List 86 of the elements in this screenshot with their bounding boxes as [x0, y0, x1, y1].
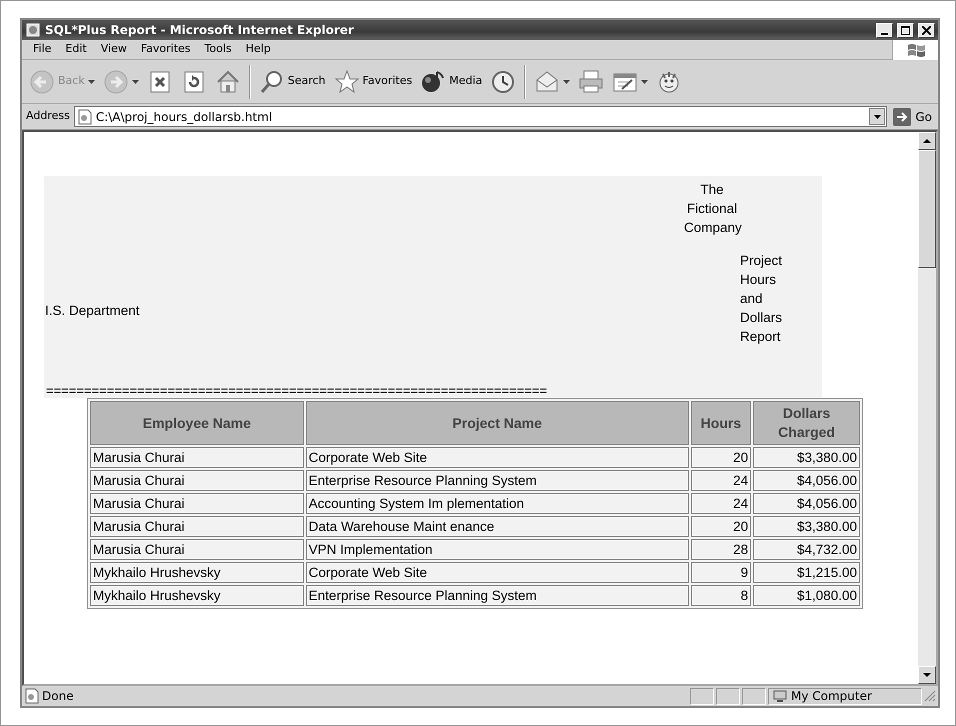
table-cell: 8 [690, 585, 752, 606]
table-cell: 20 [690, 447, 752, 468]
table-cell: Marusia Churai [90, 539, 304, 560]
table-cell: Corporate Web Site [306, 562, 689, 583]
close-icon [922, 26, 931, 34]
table-cell: Mykhailo Hrushevsky [90, 562, 304, 583]
zone-text: My Computer [791, 688, 872, 705]
menu-item[interactable]: Favorites [134, 41, 198, 58]
menu-item[interactable]: View [94, 41, 134, 58]
address-field[interactable]: C:\A\proj_hours_dollarsb.html [74, 106, 888, 127]
address-label: Address [26, 108, 70, 124]
menu-item[interactable]: Tools [198, 41, 239, 58]
search-button[interactable]: Search [256, 66, 329, 96]
up-arrow-icon [923, 139, 931, 143]
menu-item[interactable]: Help [238, 41, 278, 58]
star-icon [334, 68, 360, 94]
scroll-thumb[interactable] [918, 150, 936, 268]
column-header: Dollars Charged [753, 401, 860, 445]
vertical-scrollbar[interactable] [918, 132, 936, 684]
table-cell: $4,056.00 [753, 470, 860, 491]
table-cell: Marusia Churai [90, 447, 304, 468]
company-name: The Fictional Company [684, 181, 740, 237]
table-cell: 24 [690, 493, 752, 514]
table-cell: 20 [690, 516, 752, 537]
table-cell: 24 [690, 470, 752, 491]
home-icon [214, 68, 241, 94]
status-text: Done [42, 688, 75, 705]
printer-icon [578, 68, 604, 94]
envelope-icon [534, 68, 560, 94]
arrow-right-icon [893, 108, 912, 126]
page-icon [24, 688, 40, 704]
favorites-button[interactable]: Favorites [330, 66, 416, 96]
column-header: Employee Name [90, 401, 304, 445]
table-cell: Accounting System Im plementation [306, 493, 689, 514]
status-pane [690, 688, 714, 704]
minimize-button[interactable] [876, 22, 893, 38]
dropdown-caret-icon [563, 80, 570, 84]
department-name: I.S. Department [45, 302, 141, 320]
minimize-icon [881, 32, 888, 34]
table-cell: 9 [690, 562, 752, 583]
status-pane [716, 688, 740, 704]
app-icon [25, 22, 41, 38]
dropdown-caret-icon [132, 80, 139, 84]
maximize-button[interactable] [897, 22, 914, 38]
caret-icon [874, 114, 881, 118]
status-pane [742, 688, 766, 704]
history-clock-icon [490, 68, 516, 94]
menu-item[interactable]: Edit [58, 41, 94, 58]
search-icon [258, 68, 285, 94]
table-cell: 28 [690, 539, 752, 560]
page-icon [76, 108, 93, 124]
table-cell: Marusia Churai [90, 470, 304, 491]
table-cell: $3,380.00 [753, 447, 860, 468]
dropdown-button[interactable] [869, 108, 886, 125]
table-cell: Marusia Churai [90, 493, 304, 514]
scroll-up-button[interactable] [918, 132, 936, 150]
table-cell: Enterprise Resource Planning System [306, 470, 689, 491]
table-cell: $1,215.00 [753, 562, 860, 583]
scroll-down-button[interactable] [918, 666, 936, 684]
table-cell: Corporate Web Site [306, 447, 689, 468]
media-button[interactable]: Media [417, 66, 486, 96]
dropdown-caret-icon [88, 80, 95, 84]
media-icon [420, 68, 446, 94]
table-cell: $3,380.00 [753, 516, 860, 537]
table-cell: $4,732.00 [753, 539, 860, 560]
maximize-icon [901, 26, 910, 34]
table-cell: Marusia Churai [90, 516, 304, 537]
dropdown-caret-icon [641, 80, 648, 84]
computer-icon [773, 690, 787, 702]
menu-item[interactable]: File [26, 41, 58, 58]
close-button[interactable] [918, 22, 935, 38]
window-title: SQL*Plus Report - Microsoft Internet Explorer [45, 22, 355, 39]
address-text: C:\A\proj_hours_dollarsb.html [96, 108, 272, 126]
separator-rule-text: ================================================================== [46, 384, 548, 398]
table-cell: $1,080.00 [753, 585, 860, 606]
report-title: Project Hours and Dollars Report [740, 252, 784, 346]
table-cell: VPN Implementation [306, 539, 689, 560]
down-arrow-icon [923, 673, 931, 677]
column-header: Hours [690, 401, 752, 445]
table-cell: $4,056.00 [753, 493, 860, 514]
resize-grip-icon [924, 690, 936, 702]
table-cell: Mykhailo Hrushevsky [90, 585, 304, 606]
column-header: Project Name [306, 401, 689, 445]
go-button[interactable]: Go [891, 108, 934, 126]
table-cell: Enterprise Resource Planning System [306, 585, 689, 606]
table-cell: Data Warehouse Maint enance [306, 516, 689, 537]
